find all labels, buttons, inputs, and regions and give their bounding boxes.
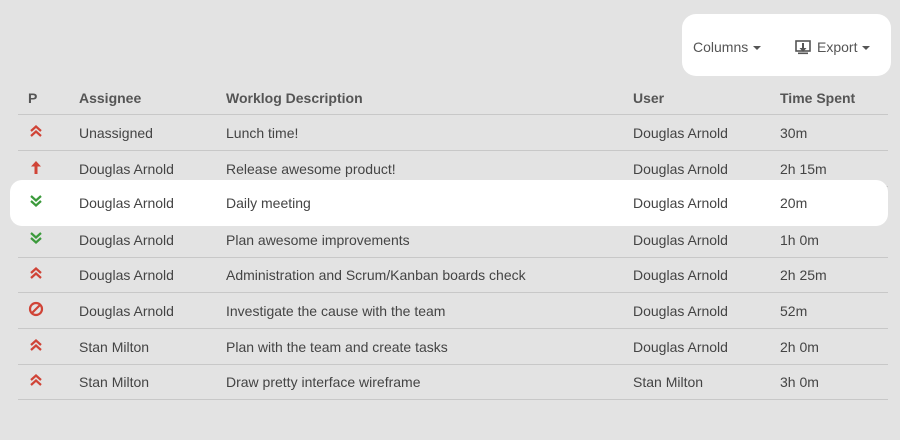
arrow-up-icon — [31, 161, 41, 174]
header-assignee[interactable]: Assignee — [79, 90, 141, 106]
double-chevron-down-icon — [30, 195, 42, 207]
table-row[interactable]: Unassigned Lunch time! Douglas Arnold 30m — [18, 115, 888, 151]
table-toolbar: Columns Export — [682, 14, 891, 76]
cell-assignee: Douglas Arnold — [79, 161, 174, 177]
download-icon — [795, 40, 811, 55]
table-row[interactable]: Douglas Arnold Administration and Scrum/K… — [18, 257, 888, 293]
cell-worklog-description: Plan with the team and create tasks — [226, 339, 448, 355]
cell-assignee: Douglas Arnold — [79, 232, 174, 248]
cell-worklog-description: Draw pretty interface wireframe — [226, 374, 421, 390]
cell-worklog-description: Lunch time! — [226, 125, 299, 141]
caret-down-icon — [753, 46, 762, 50]
header-worklog-description[interactable]: Worklog Description — [226, 90, 363, 106]
cell-assignee: Douglas Arnold — [79, 267, 174, 283]
caret-down-icon — [862, 46, 871, 50]
table-row[interactable]: Stan Milton Plan with the team and create… — [18, 329, 888, 365]
table-row[interactable]: Douglas Arnold Daily meeting Douglas Arnol… — [10, 180, 888, 226]
cell-worklog-description: Administration and Scrum/Kanban boards c… — [226, 267, 526, 283]
cell-assignee: Unassigned — [79, 125, 153, 141]
cell-assignee: Stan Milton — [79, 374, 150, 390]
cell-user: Douglas Arnold — [633, 232, 728, 248]
columns-label: Columns — [693, 39, 749, 55]
cell-user: Douglas Arnold — [633, 125, 728, 141]
export-label: Export — [817, 39, 858, 55]
double-chevron-up-icon — [30, 374, 42, 386]
cell-time-spent: 3h 0m — [780, 374, 819, 390]
cell-assignee: Stan Milton — [79, 339, 150, 355]
cell-time-spent: 30m — [780, 125, 808, 141]
table-row[interactable]: Douglas Arnold Investigate the cause with… — [18, 293, 888, 329]
double-chevron-down-icon — [30, 232, 42, 244]
cell-worklog-description: Daily meeting — [226, 195, 311, 211]
table-header: P Assignee Worklog Description User Time… — [18, 80, 888, 115]
table-row[interactable]: Stan Milton Draw pretty interface wirefra… — [18, 364, 888, 400]
cell-user: Douglas Arnold — [633, 195, 728, 211]
cell-time-spent: 2h 25m — [780, 267, 827, 283]
columns-dropdown[interactable]: Columns — [693, 38, 762, 56]
cell-time-spent: 52m — [780, 303, 808, 319]
export-dropdown[interactable]: Export — [795, 38, 871, 56]
cell-user: Stan Milton — [633, 374, 704, 390]
cell-user: Douglas Arnold — [633, 267, 728, 283]
cell-worklog-description: Plan awesome improvements — [226, 232, 410, 248]
cell-user: Douglas Arnold — [633, 339, 728, 355]
cell-time-spent: 1h 0m — [780, 232, 819, 248]
header-priority[interactable]: P — [28, 90, 37, 106]
cell-time-spent: 20m — [780, 195, 808, 211]
double-chevron-up-icon — [30, 125, 42, 137]
header-time-spent[interactable]: Time Spent — [780, 90, 855, 106]
cell-user: Douglas Arnold — [633, 303, 728, 319]
double-chevron-up-icon — [30, 339, 42, 351]
double-chevron-up-icon — [30, 267, 42, 279]
cell-assignee: Douglas Arnold — [79, 195, 174, 211]
cell-time-spent: 2h 15m — [780, 161, 827, 177]
blocker-icon — [28, 301, 44, 317]
cell-assignee: Douglas Arnold — [79, 303, 174, 319]
header-user[interactable]: User — [633, 90, 664, 106]
cell-worklog-description: Investigate the cause with the team — [226, 303, 446, 319]
table-row[interactable]: Douglas Arnold Plan awesome improvements D… — [18, 222, 888, 258]
cell-user: Douglas Arnold — [633, 161, 728, 177]
cell-worklog-description: Release awesome product! — [226, 161, 396, 177]
cell-time-spent: 2h 0m — [780, 339, 819, 355]
